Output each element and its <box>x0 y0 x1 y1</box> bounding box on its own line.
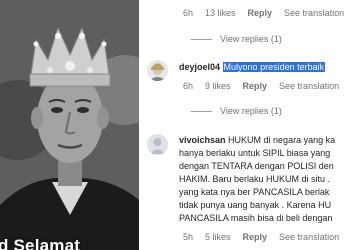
comment-likes[interactable]: 13 likes <box>205 8 236 18</box>
comment-time: 6h <box>183 81 194 91</box>
replies-divider <box>191 110 212 112</box>
view-replies-label: View replies (1) <box>220 34 282 44</box>
comment-text: HUKUM di negara yang ka <box>228 135 336 145</box>
user-avatar-icon <box>147 60 168 81</box>
reply-button[interactable]: Reply <box>248 8 273 18</box>
comment-time: 6h <box>183 8 194 18</box>
comment-text-line: PANCASILA masih bisa di beli dengan <box>179 213 333 223</box>
comment-meta: 6h 13 likes Reply See translation <box>183 8 350 18</box>
comment-time: 5h <box>183 232 194 242</box>
see-translation-link[interactable]: See translation <box>284 8 344 18</box>
comment-body: deyjoel04 Mulyono presiden terbaik <box>179 61 326 73</box>
comment-text-line: hanya berlaku untuk SIPIL biasa yang <box>179 148 331 158</box>
comment-text-line: yang kata nya ber PANCASILA berlak <box>179 187 330 197</box>
see-translation-link[interactable]: See translation <box>279 81 339 91</box>
see-translation-link[interactable]: See translation <box>279 232 339 242</box>
comment-likes[interactable]: 9 likes <box>205 81 231 91</box>
photo-caption: d Selamat <box>0 236 81 250</box>
portrait-image <box>0 0 139 250</box>
comment-text-line: tidak punya uang banyak . Karena HU <box>179 200 332 210</box>
comment-text-line: dengan TENTARA dengan POLISI den <box>179 161 334 171</box>
post-photo: d Selamat <box>0 0 139 250</box>
comments-panel: 6h 13 likes Reply See translation View r… <box>139 0 350 250</box>
view-replies-label: View replies (1) <box>220 106 282 116</box>
reply-button[interactable]: Reply <box>243 232 268 242</box>
avatar[interactable] <box>147 60 168 81</box>
comment-meta: 5h 5 likes Reply See translation <box>183 232 350 242</box>
view-replies-button[interactable]: View replies (1) <box>191 34 282 44</box>
comment-text-line: HAKIM. Baru berlaku HUKUM di situ . <box>179 174 331 184</box>
comment-username[interactable]: vivoichsan <box>179 135 226 145</box>
replies-divider <box>191 38 212 40</box>
comment-text-selected: Mulyono presiden terbaik <box>222 62 326 72</box>
avatar[interactable] <box>147 134 168 155</box>
comment-username[interactable]: deyjoel04 <box>179 62 220 72</box>
default-avatar-icon <box>147 134 168 155</box>
comment-meta: 6h 9 likes Reply See translation <box>183 81 350 91</box>
reply-button[interactable]: Reply <box>243 81 268 91</box>
comment-first-line: vivoichsan HUKUM di negara yang ka <box>179 134 335 146</box>
comment-likes[interactable]: 5 likes <box>205 232 231 242</box>
view-replies-button[interactable]: View replies (1) <box>191 106 282 116</box>
